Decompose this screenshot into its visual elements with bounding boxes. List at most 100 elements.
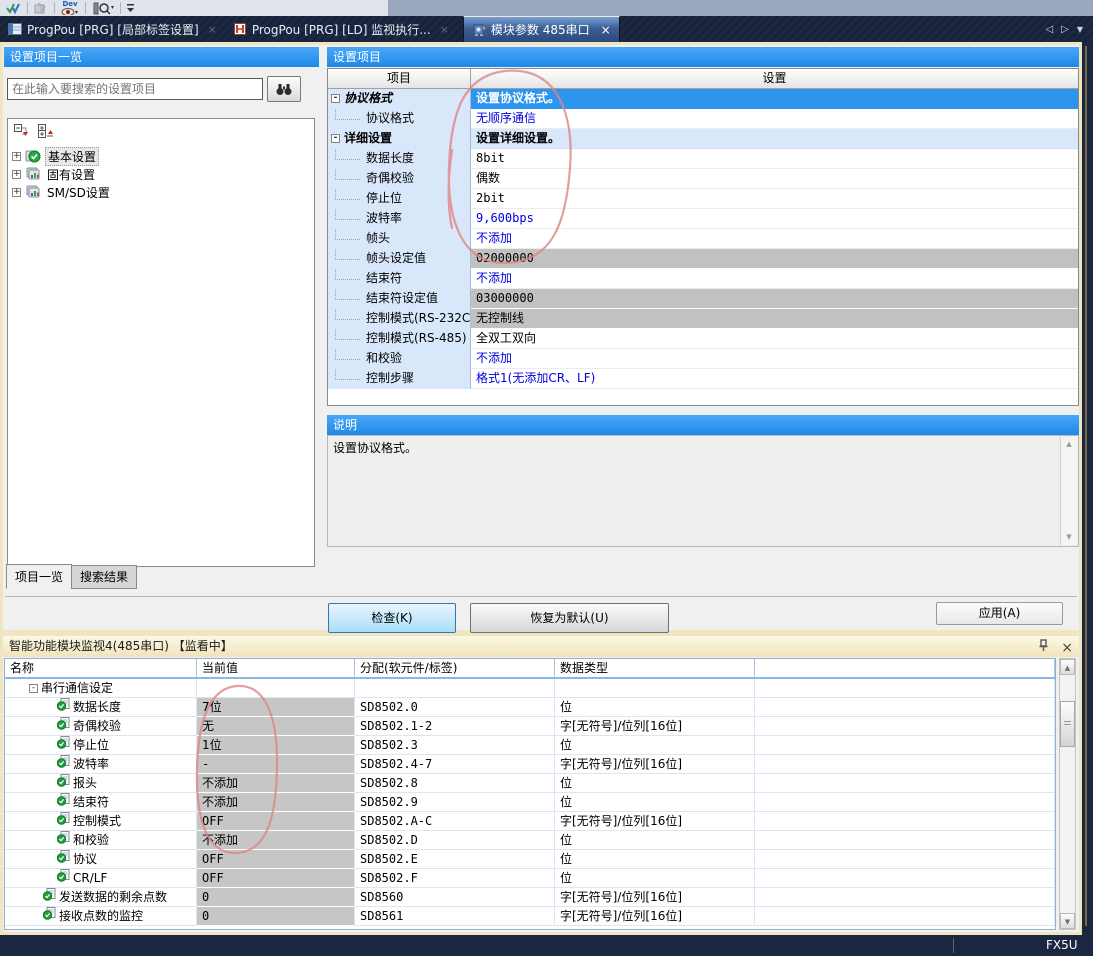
main-toolbar: Dev xyxy=(0,0,1093,16)
column-header-setting: 设置 xyxy=(471,69,1078,89)
tab-label: ProgPou [PRG] [LD] 监视执行... xyxy=(252,21,431,38)
convert-icon[interactable] xyxy=(32,1,50,15)
search-button[interactable] xyxy=(267,76,301,102)
device-assignment-cell: SD8502.E xyxy=(355,850,555,869)
current-value-cell: 不添加 xyxy=(197,831,355,850)
search-input[interactable] xyxy=(7,78,263,100)
data-type-cell: 字[无符号]/位列[16位] xyxy=(555,755,755,774)
program-check-icon[interactable] xyxy=(4,1,23,15)
current-value-cell: OFF xyxy=(197,850,355,869)
data-type-cell: 位 xyxy=(555,831,755,850)
tab-scroll-right-icon[interactable]: ▷ xyxy=(1061,24,1069,35)
watch-item-icon xyxy=(57,869,70,887)
device-assignment-cell: SD8502.D xyxy=(355,831,555,850)
tab-item-list[interactable]: 项目一览 xyxy=(6,564,72,589)
tab-close-icon[interactable]: × xyxy=(440,23,449,36)
expand-tree-icon[interactable] xyxy=(37,123,55,139)
monitor-name-cell: 数据长度 xyxy=(5,698,197,717)
empty-cell xyxy=(755,679,1055,698)
device-assignment-cell: SD8560 xyxy=(355,888,555,907)
monitor-item-label: 停止位 xyxy=(73,736,109,754)
right-panel-buttons: 检查(K) 恢复为默认(U) xyxy=(327,90,1079,650)
tab-close-icon[interactable]: × xyxy=(601,23,611,37)
tab-scroll-left-icon[interactable]: ◁ xyxy=(1045,24,1053,35)
monitor-row[interactable]: 数据长度 7位 SD8502.0 位 xyxy=(5,698,1055,717)
tree-item-inherent-settings[interactable]: + 固有设置 xyxy=(12,165,112,183)
status-separator xyxy=(953,938,954,953)
module-settings-icon xyxy=(25,167,41,181)
monitor-row[interactable]: 和校验 不添加 SD8502.D 位 xyxy=(5,831,1055,850)
monitor-item-label: 和校验 xyxy=(73,831,109,849)
scrollbar-thumb[interactable] xyxy=(1060,701,1075,747)
watch-item-icon xyxy=(43,888,56,906)
check-button[interactable]: 检查(K) xyxy=(328,603,456,633)
current-value-cell: 不添加 xyxy=(197,774,355,793)
monitor-item-label: 波特率 xyxy=(73,755,109,773)
collapse-minus-icon[interactable]: - xyxy=(29,684,38,693)
monitor-item-label: 串行通信设定 xyxy=(41,679,113,697)
tree-item-smsd-settings[interactable]: + SM/SD设置 xyxy=(12,183,112,201)
column-header-device-label: 分配(软元件/标签) xyxy=(355,659,555,677)
monitor-scrollbar[interactable]: ▲ ▼ xyxy=(1059,658,1076,930)
monitor-row[interactable]: 结束符 不添加 SD8502.9 位 xyxy=(5,793,1055,812)
device-assignment-cell: SD8502.8 xyxy=(355,774,555,793)
expand-plus-icon[interactable]: + xyxy=(12,152,21,161)
monitor-row[interactable]: CR/LF OFF SD8502.F 位 xyxy=(5,869,1055,888)
toolbar-separator xyxy=(85,2,86,14)
apply-button[interactable]: 应用(A) xyxy=(936,602,1063,625)
intelligent-module-monitor-panel: 智能功能模块监视4(485串口) 【监看中】 × 名称 当前值 分配(软元件/标… xyxy=(0,633,1082,935)
tab-module-parameter-485[interactable]: 模块参数 485串口 × xyxy=(463,16,620,42)
close-icon[interactable]: × xyxy=(1061,638,1073,658)
setting-item-tree-box: + 基本设置 + 固有设置 + xyxy=(7,118,315,567)
monitor-item-label: 奇偶校验 xyxy=(73,717,121,735)
current-value-cell: 0 xyxy=(197,907,355,926)
expand-plus-icon[interactable]: + xyxy=(12,170,21,179)
watch-item-icon xyxy=(57,717,70,735)
watch-item-icon xyxy=(57,755,70,773)
data-type-cell: 位 xyxy=(555,774,755,793)
restore-default-button[interactable]: 恢复为默认(U) xyxy=(470,603,669,633)
device-display-icon[interactable]: Dev xyxy=(59,1,81,15)
tab-label: ProgPou [PRG] [局部标签设置] xyxy=(27,21,199,38)
data-type-cell: 字[无符号]/位列[16位] xyxy=(555,812,755,831)
monitor-row[interactable]: 发送数据的剩余点数 0 SD8560 字[无符号]/位列[16位] xyxy=(5,888,1055,907)
tab-progpou-ladder-monitor[interactable]: ProgPou [PRG] [LD] 监视执行... × xyxy=(225,16,457,42)
device-search-icon[interactable] xyxy=(90,1,116,15)
empty-cell xyxy=(755,717,1055,736)
dev-label: Dev xyxy=(62,1,77,8)
monitor-row[interactable]: 控制模式 OFF SD8502.A-C 字[无符号]/位列[16位] xyxy=(5,812,1055,831)
tab-search-result[interactable]: 搜索结果 xyxy=(71,565,137,589)
monitor-row[interactable]: 报头 不添加 SD8502.8 位 xyxy=(5,774,1055,793)
toolbar-overflow-icon[interactable] xyxy=(125,1,137,15)
monitor-row[interactable]: 接收点数的监控 0 SD8561 字[无符号]/位列[16位] xyxy=(5,907,1055,926)
current-value-cell: 7位 xyxy=(197,698,355,717)
tree-item-basic-settings[interactable]: + 基本设置 xyxy=(12,147,112,165)
tab-close-icon[interactable]: × xyxy=(208,23,217,36)
monitor-item-label: 数据长度 xyxy=(73,698,121,716)
application-window: Dev ProgPou [PRG] [局部标签设置] × P xyxy=(0,0,1093,956)
data-type-cell: 位 xyxy=(555,850,755,869)
tab-list-dropdown-icon[interactable]: ▼ xyxy=(1077,25,1083,34)
empty-cell xyxy=(755,774,1055,793)
scroll-down-icon[interactable]: ▼ xyxy=(1060,913,1075,929)
tab-progpou-local-label[interactable]: ProgPou [PRG] [局部标签设置] × xyxy=(0,16,225,42)
monitor-row[interactable]: - 串行通信设定 xyxy=(5,679,1055,698)
monitor-panel-header: 智能功能模块监视4(485串口) 【监看中】 × xyxy=(3,636,1079,657)
pin-icon[interactable] xyxy=(1038,638,1049,658)
monitor-row[interactable]: 协议 OFF SD8502.E 位 xyxy=(5,850,1055,869)
monitor-name-cell: 协议 xyxy=(5,850,197,869)
data-type-cell: 字[无符号]/位列[16位] xyxy=(555,717,755,736)
monitor-row[interactable]: 停止位 1位 SD8502.3 位 xyxy=(5,736,1055,755)
monitor-name-cell: 结束符 xyxy=(5,793,197,812)
scroll-up-icon[interactable]: ▲ xyxy=(1060,659,1075,675)
expand-plus-icon[interactable]: + xyxy=(12,188,21,197)
current-value-cell: - xyxy=(197,755,355,774)
watch-item-icon xyxy=(57,793,70,811)
monitor-row[interactable]: 波特率 - SD8502.4-7 字[无符号]/位列[16位] xyxy=(5,755,1055,774)
module-parameter-workarea: 设置项目一览 + 基本设置 xyxy=(0,42,1082,633)
data-type-cell: 位 xyxy=(555,698,755,717)
monitor-item-label: 报头 xyxy=(73,774,97,792)
collapse-tree-icon[interactable] xyxy=(13,123,31,139)
monitor-row[interactable]: 奇偶校验 无 SD8502.1-2 字[无符号]/位列[16位] xyxy=(5,717,1055,736)
empty-cell xyxy=(755,907,1055,926)
